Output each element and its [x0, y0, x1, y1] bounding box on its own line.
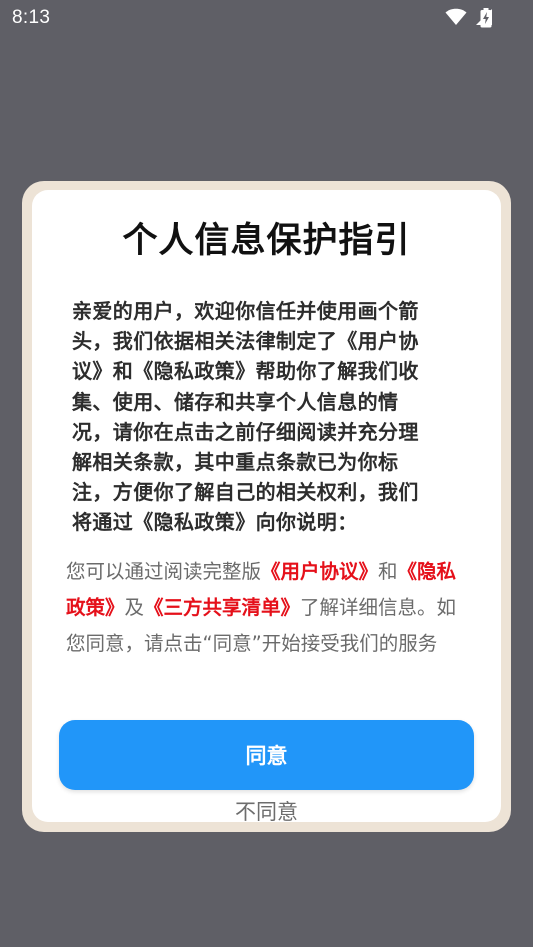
status-bar: 8:13	[0, 0, 533, 36]
intro-line: 解相关条款，其中重点条款已为你标	[72, 450, 399, 475]
notice-text-part: 及	[124, 596, 145, 619]
wifi-icon	[445, 8, 467, 26]
status-time: 8:13	[12, 7, 51, 28]
agree-button[interactable]: 同意	[59, 720, 474, 790]
intro-line: 头，我们依据相关法律制定了《用户协	[72, 329, 419, 354]
intro-line: 将通过《隐私政策》向你说明：	[72, 510, 358, 535]
intro-line: 亲爱的用户，欢迎你信任并使用画个箭	[72, 299, 419, 323]
dialog-title: 个人信息保护指引	[122, 221, 411, 261]
privacy-dialog: 个人信息保护指引 亲爱的用户，欢迎你信任并使用画个箭 头，我们依据相关法律制定了…	[32, 190, 501, 822]
disagree-button[interactable]: 不同意	[32, 796, 501, 822]
user-agreement-link[interactable]: 《用户协议》	[261, 560, 378, 583]
intro-line: 议》和《隐私政策》帮助你了解我们收	[72, 359, 419, 384]
notice-text-part: 和	[378, 560, 398, 583]
notice-text: 您可以通过阅读完整版《用户协议》和《隐私政策》及《三方共享清单》了解详细信息。如…	[66, 554, 462, 662]
intro-line: 况，请你在点击之前仔细阅读并充分理	[72, 419, 419, 444]
intro-text: 亲爱的用户，欢迎你信任并使用画个箭 头，我们依据相关法律制定了《用户协 议》和《…	[72, 296, 462, 538]
intro-line: 集、使用、储存和共享个人信息的情	[72, 389, 399, 414]
intro-line: 注，方便你了解自己的相关权利，我们	[72, 480, 419, 505]
third-party-sharing-list-link[interactable]: 《三方共享清单》	[144, 596, 300, 619]
battery-charging-icon	[480, 8, 492, 28]
notice-text-part: 您可以通过阅读完整版	[66, 560, 262, 583]
